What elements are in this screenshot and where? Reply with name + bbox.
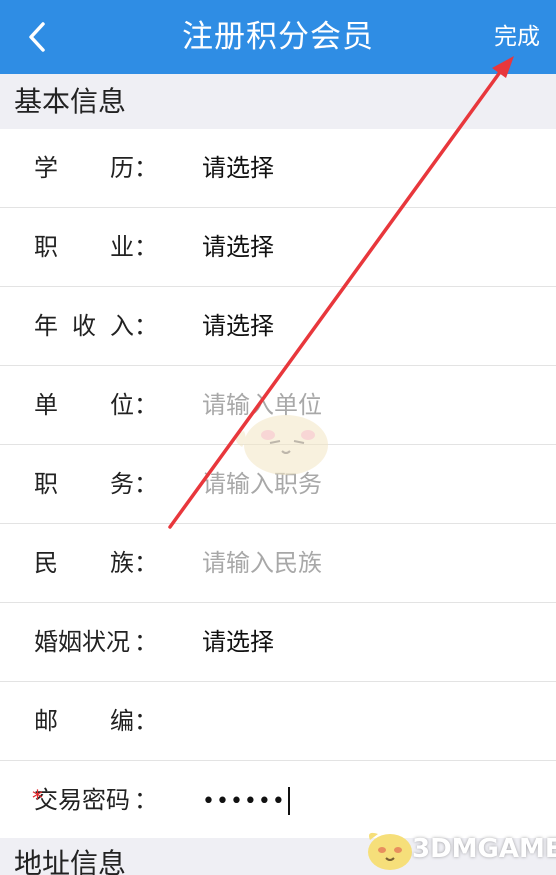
label-char: 学 [34, 154, 58, 182]
label-char: 编 [110, 707, 134, 735]
watermark-text: 3DMGAME [412, 834, 556, 864]
label-colon: ： [134, 707, 158, 735]
form-row[interactable]: 职 业： 请选择 [0, 208, 556, 287]
label-char: 年 [34, 312, 58, 340]
form-row-label: 学 历： [34, 129, 158, 207]
form-row-label: 单 位： [34, 366, 158, 444]
label-char: 族 [110, 549, 134, 577]
label-char: 业 [110, 233, 134, 261]
form-row[interactable]: 邮 编： [0, 682, 556, 761]
label-char: 交易密码 [34, 786, 130, 814]
required-mark: * [32, 787, 43, 812]
label-char: 务 [110, 470, 134, 498]
app-header: 注册积分会员 完成 [0, 0, 556, 74]
form-row[interactable]: 学 历： 请选择 [0, 129, 556, 208]
form-row-label: 年收入： [34, 287, 158, 365]
label-colon: ： [134, 233, 158, 261]
mascot-watermark-icon [235, 415, 328, 475]
label-char: 入 [110, 312, 134, 340]
page-title: 注册积分会员 [182, 19, 374, 55]
label-char: 历 [110, 154, 134, 182]
label-char: 民 [34, 549, 58, 577]
label-char: 婚姻状况 [34, 628, 130, 656]
form-field-value[interactable]: 请选择 [202, 287, 274, 365]
form-row-label: 职 务： [34, 445, 158, 523]
label-colon: ： [134, 391, 158, 419]
label-char: 单 [34, 391, 58, 419]
field-value-text: 请选择 [202, 154, 274, 182]
section-header-basic-info: 基本信息 [0, 74, 556, 129]
done-button[interactable]: 完成 [494, 0, 540, 74]
label-char: 职 [34, 233, 58, 261]
label-colon: ： [134, 312, 158, 340]
field-value-text: •••••• [202, 789, 286, 814]
form-row-label: * 交易密码： [32, 761, 158, 839]
basic-info-form: 学历：请选择职业：请选择年收入：请选择单位：请输入单位职务：请输入职务民族：请输… [0, 129, 556, 841]
field-value-text: 请选择 [202, 312, 274, 340]
label-colon: ： [134, 154, 158, 182]
label-colon: ： [134, 628, 158, 656]
form-field-value[interactable]: 请选择 [202, 603, 274, 681]
field-value-text: 请选择 [202, 628, 274, 656]
form-row[interactable]: 年收入： 请选择 [0, 287, 556, 366]
label-char: 收 [72, 312, 96, 340]
form-row[interactable]: 民 族： 请输入民族 [0, 524, 556, 603]
label-colon: ： [134, 470, 158, 498]
form-row-label: 邮 编： [34, 682, 158, 760]
text-caret [287, 787, 290, 815]
label-char: 邮 [34, 707, 58, 735]
form-field-value[interactable]: 请输入民族 [202, 524, 322, 602]
form-field-value[interactable]: 请选择 [202, 129, 274, 207]
form-row-label: 婚姻状况： [34, 603, 158, 681]
password-field[interactable]: •••••• [202, 761, 290, 839]
field-value-text: 请输入民族 [202, 549, 322, 577]
site-watermark: 3DMGAME [360, 822, 556, 875]
label-colon: ： [134, 549, 158, 577]
label-colon: ： [134, 786, 158, 814]
field-value-text: 请选择 [202, 233, 274, 261]
label-char: 位 [110, 391, 134, 419]
label-char: 职 [34, 470, 58, 498]
form-field-value[interactable]: 请选择 [202, 208, 274, 286]
form-row-label: 职 业： [34, 208, 158, 286]
watermark-mascot-icon [368, 832, 412, 870]
form-row-label: 民 族： [34, 524, 158, 602]
form-row[interactable]: 婚姻状况： 请选择 [0, 603, 556, 682]
